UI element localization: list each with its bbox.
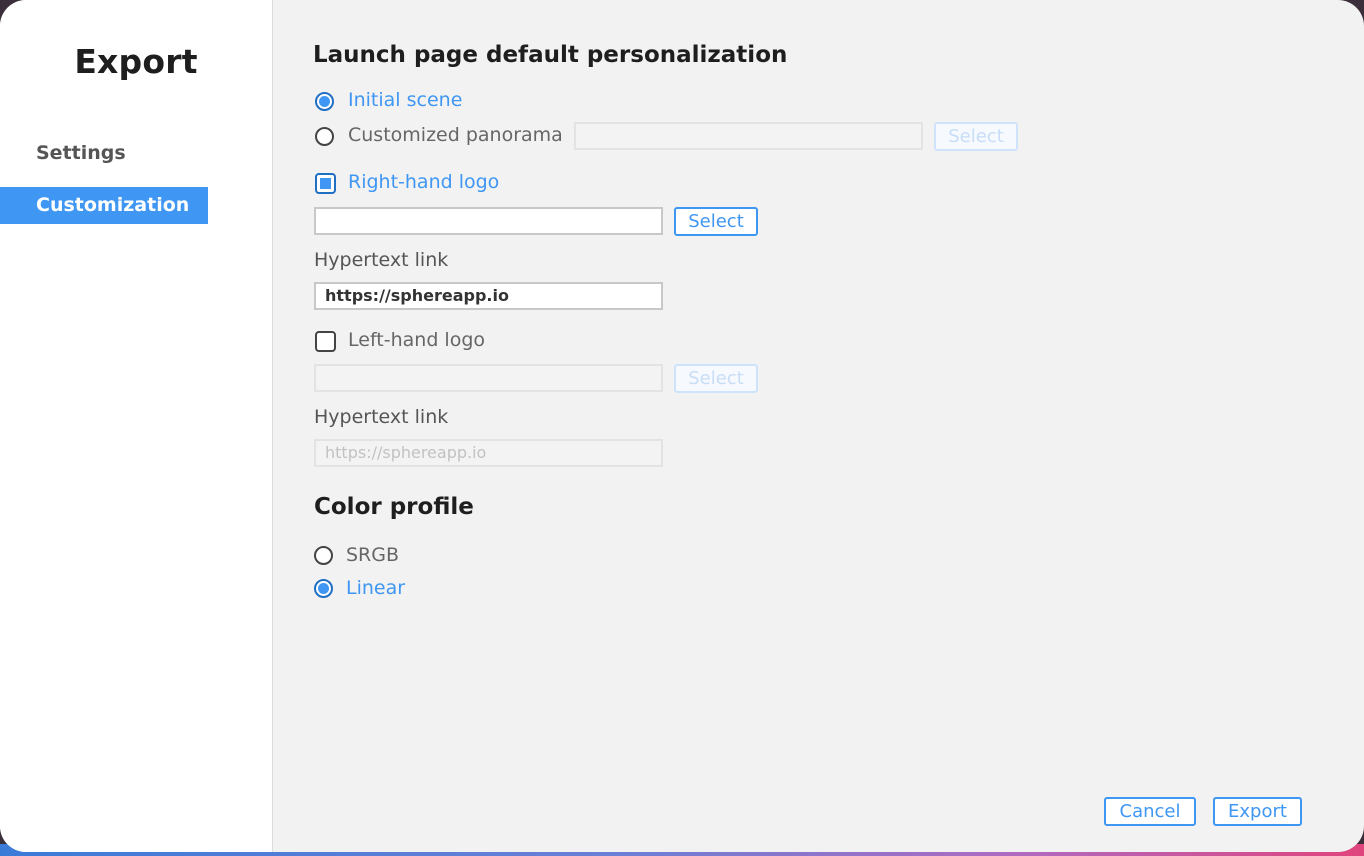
sidebar: Export Settings Customization [0, 0, 273, 852]
linear-label[interactable]: Linear [346, 577, 405, 599]
sidebar-item-settings[interactable]: Settings [0, 135, 208, 172]
right-logo-file-field[interactable] [314, 207, 663, 235]
left-logo-label[interactable]: Left-hand logo [348, 329, 485, 351]
right-logo-select-button[interactable]: Select [674, 207, 758, 236]
left-logo-link-field[interactable]: https://sphereapp.io [314, 439, 663, 467]
customized-panorama-label[interactable]: Customized panorama [348, 124, 563, 146]
right-logo-link-field[interactable]: https://sphereapp.io [314, 282, 663, 310]
panorama-select-button[interactable]: Select [934, 122, 1018, 151]
srgb-label[interactable]: SRGB [346, 544, 399, 566]
srgb-radio[interactable] [314, 546, 333, 565]
sidebar-title: Export [74, 42, 198, 81]
cancel-button[interactable]: Cancel [1104, 797, 1196, 826]
launch-page-heading: Launch page default personalization [313, 42, 788, 68]
right-logo-checkbox[interactable] [315, 173, 336, 194]
export-dialog: Export Settings Customization Launch pag… [0, 0, 1364, 852]
initial-scene-label[interactable]: Initial scene [348, 89, 462, 111]
color-profile-heading: Color profile [314, 494, 474, 520]
right-logo-link-label: Hypertext link [314, 249, 449, 271]
sidebar-item-customization[interactable]: Customization [0, 187, 208, 224]
left-logo-checkbox[interactable] [315, 331, 336, 352]
customization-panel: Launch page default personalization Init… [273, 0, 1364, 852]
left-logo-link-label: Hypertext link [314, 406, 449, 428]
left-logo-select-button[interactable]: Select [674, 364, 758, 393]
linear-radio[interactable] [314, 579, 333, 598]
panorama-path-field[interactable] [574, 122, 923, 150]
export-button[interactable]: Export [1213, 797, 1302, 826]
right-logo-label[interactable]: Right-hand logo [348, 171, 499, 193]
customized-panorama-radio[interactable] [315, 127, 334, 146]
left-logo-file-field[interactable] [314, 364, 663, 392]
initial-scene-radio[interactable] [315, 92, 334, 111]
